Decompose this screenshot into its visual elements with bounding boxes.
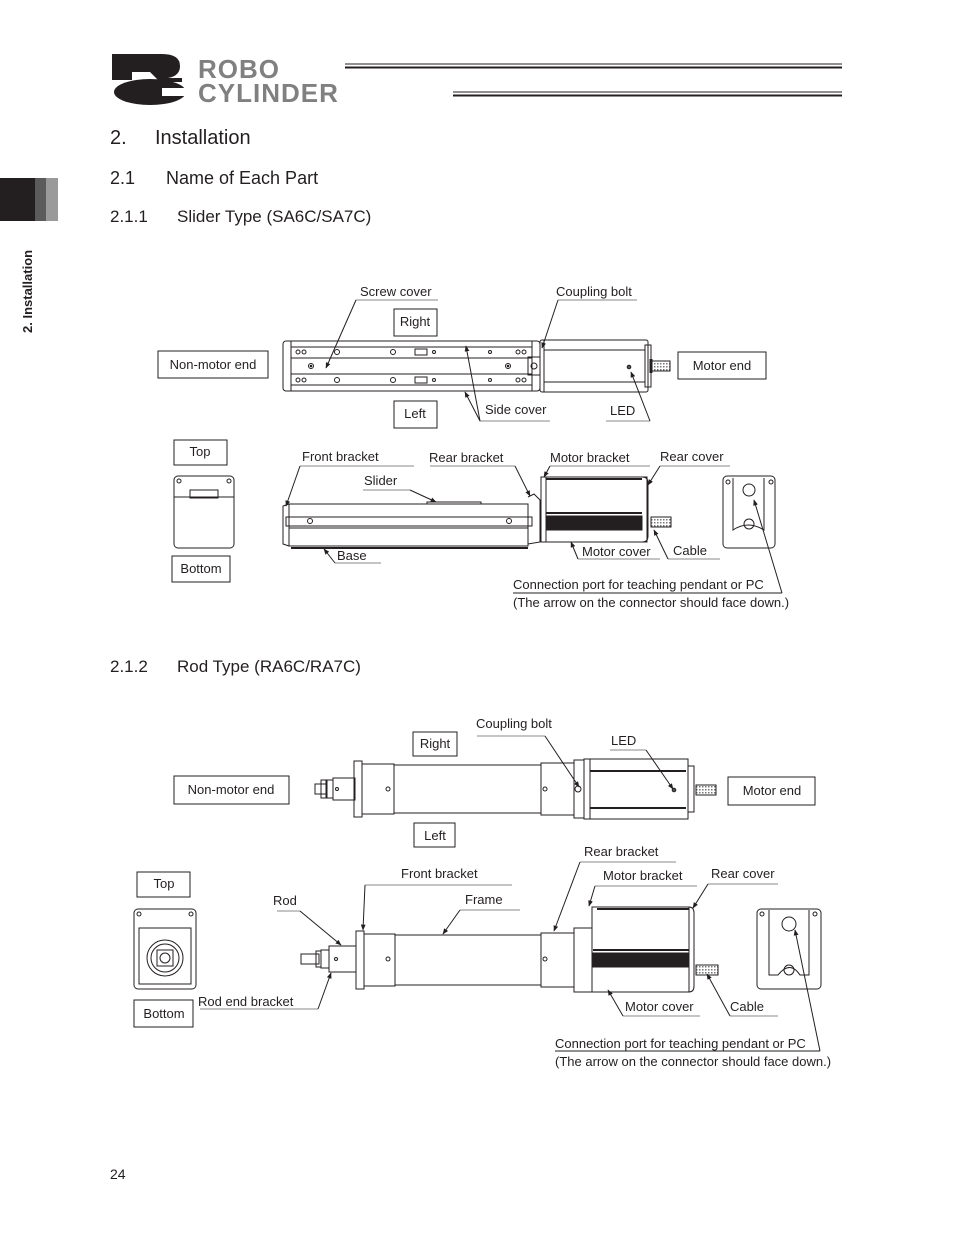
label-front-bracket: Front bracket [302, 449, 379, 464]
rod-label-connection-port: Connection port for teaching pendant or … [555, 1036, 806, 1051]
label-motor-cover: Motor cover [582, 544, 651, 559]
rod-labels: Right Left Non-motor end Motor end Top B… [143, 716, 831, 1069]
label-connection-note: (The arrow on the connector should face … [513, 595, 789, 610]
rod-label-connection-note: (The arrow on the connector should face … [555, 1054, 831, 1069]
rod-label-left: Left [424, 828, 446, 843]
label-coupling-bolt: Coupling bolt [556, 284, 632, 299]
rod-side-view [300, 906, 822, 993]
label-cable: Cable [673, 543, 707, 558]
label-base: Base [337, 548, 367, 563]
rod-label-coupling-bolt: Coupling bolt [476, 716, 552, 731]
slider-labels: Right Left Non-motor end Motor end Top B… [170, 284, 789, 610]
label-rear-bracket: Rear bracket [429, 450, 504, 465]
rod-label-bottom: Bottom [143, 1006, 184, 1021]
rod-label-motor-cover: Motor cover [625, 999, 694, 1014]
rod-label-motor-end: Motor end [743, 783, 802, 798]
label-rear-cover: Rear cover [660, 449, 724, 464]
rod-label-motor-bracket: Motor bracket [603, 868, 683, 883]
rod-label-non-motor-end: Non-motor end [188, 782, 275, 797]
rod-end-view [133, 908, 197, 990]
rod-label-frame: Frame [465, 892, 503, 907]
label-motor-bracket: Motor bracket [550, 450, 630, 465]
label-side-cover: Side cover [485, 402, 547, 417]
rod-label-led: LED [611, 733, 636, 748]
label-top: Top [190, 444, 211, 459]
rod-label-top: Top [154, 876, 175, 891]
rod-label-rod-end-bracket: Rod end bracket [198, 994, 294, 1009]
rod-label-right: Right [420, 736, 451, 751]
rod-label-rear-cover: Rear cover [711, 866, 775, 881]
label-screw-cover: Screw cover [360, 284, 432, 299]
label-motor-end: Motor end [693, 358, 752, 373]
label-connection-port: Connection port for teaching pendant or … [513, 577, 764, 592]
page-number: 24 [110, 1166, 126, 1182]
slider-end-view [173, 475, 235, 549]
slider-top-view [282, 339, 671, 393]
label-non-motor-end: Non-motor end [170, 357, 257, 372]
label-right: Right [400, 314, 431, 329]
label-led: LED [610, 403, 635, 418]
rod-top-view [314, 758, 717, 820]
label-left: Left [404, 406, 426, 421]
diagrams: Right Left Non-motor end Motor end Top B… [133, 284, 831, 1069]
label-bottom: Bottom [180, 561, 221, 576]
slider-side-view [282, 475, 776, 549]
label-slider: Slider [364, 473, 398, 488]
rod-label-rear-bracket: Rear bracket [584, 844, 659, 859]
rod-label-rod: Rod [273, 893, 297, 908]
rod-label-cable: Cable [730, 999, 764, 1014]
rod-label-front-bracket: Front bracket [401, 866, 478, 881]
